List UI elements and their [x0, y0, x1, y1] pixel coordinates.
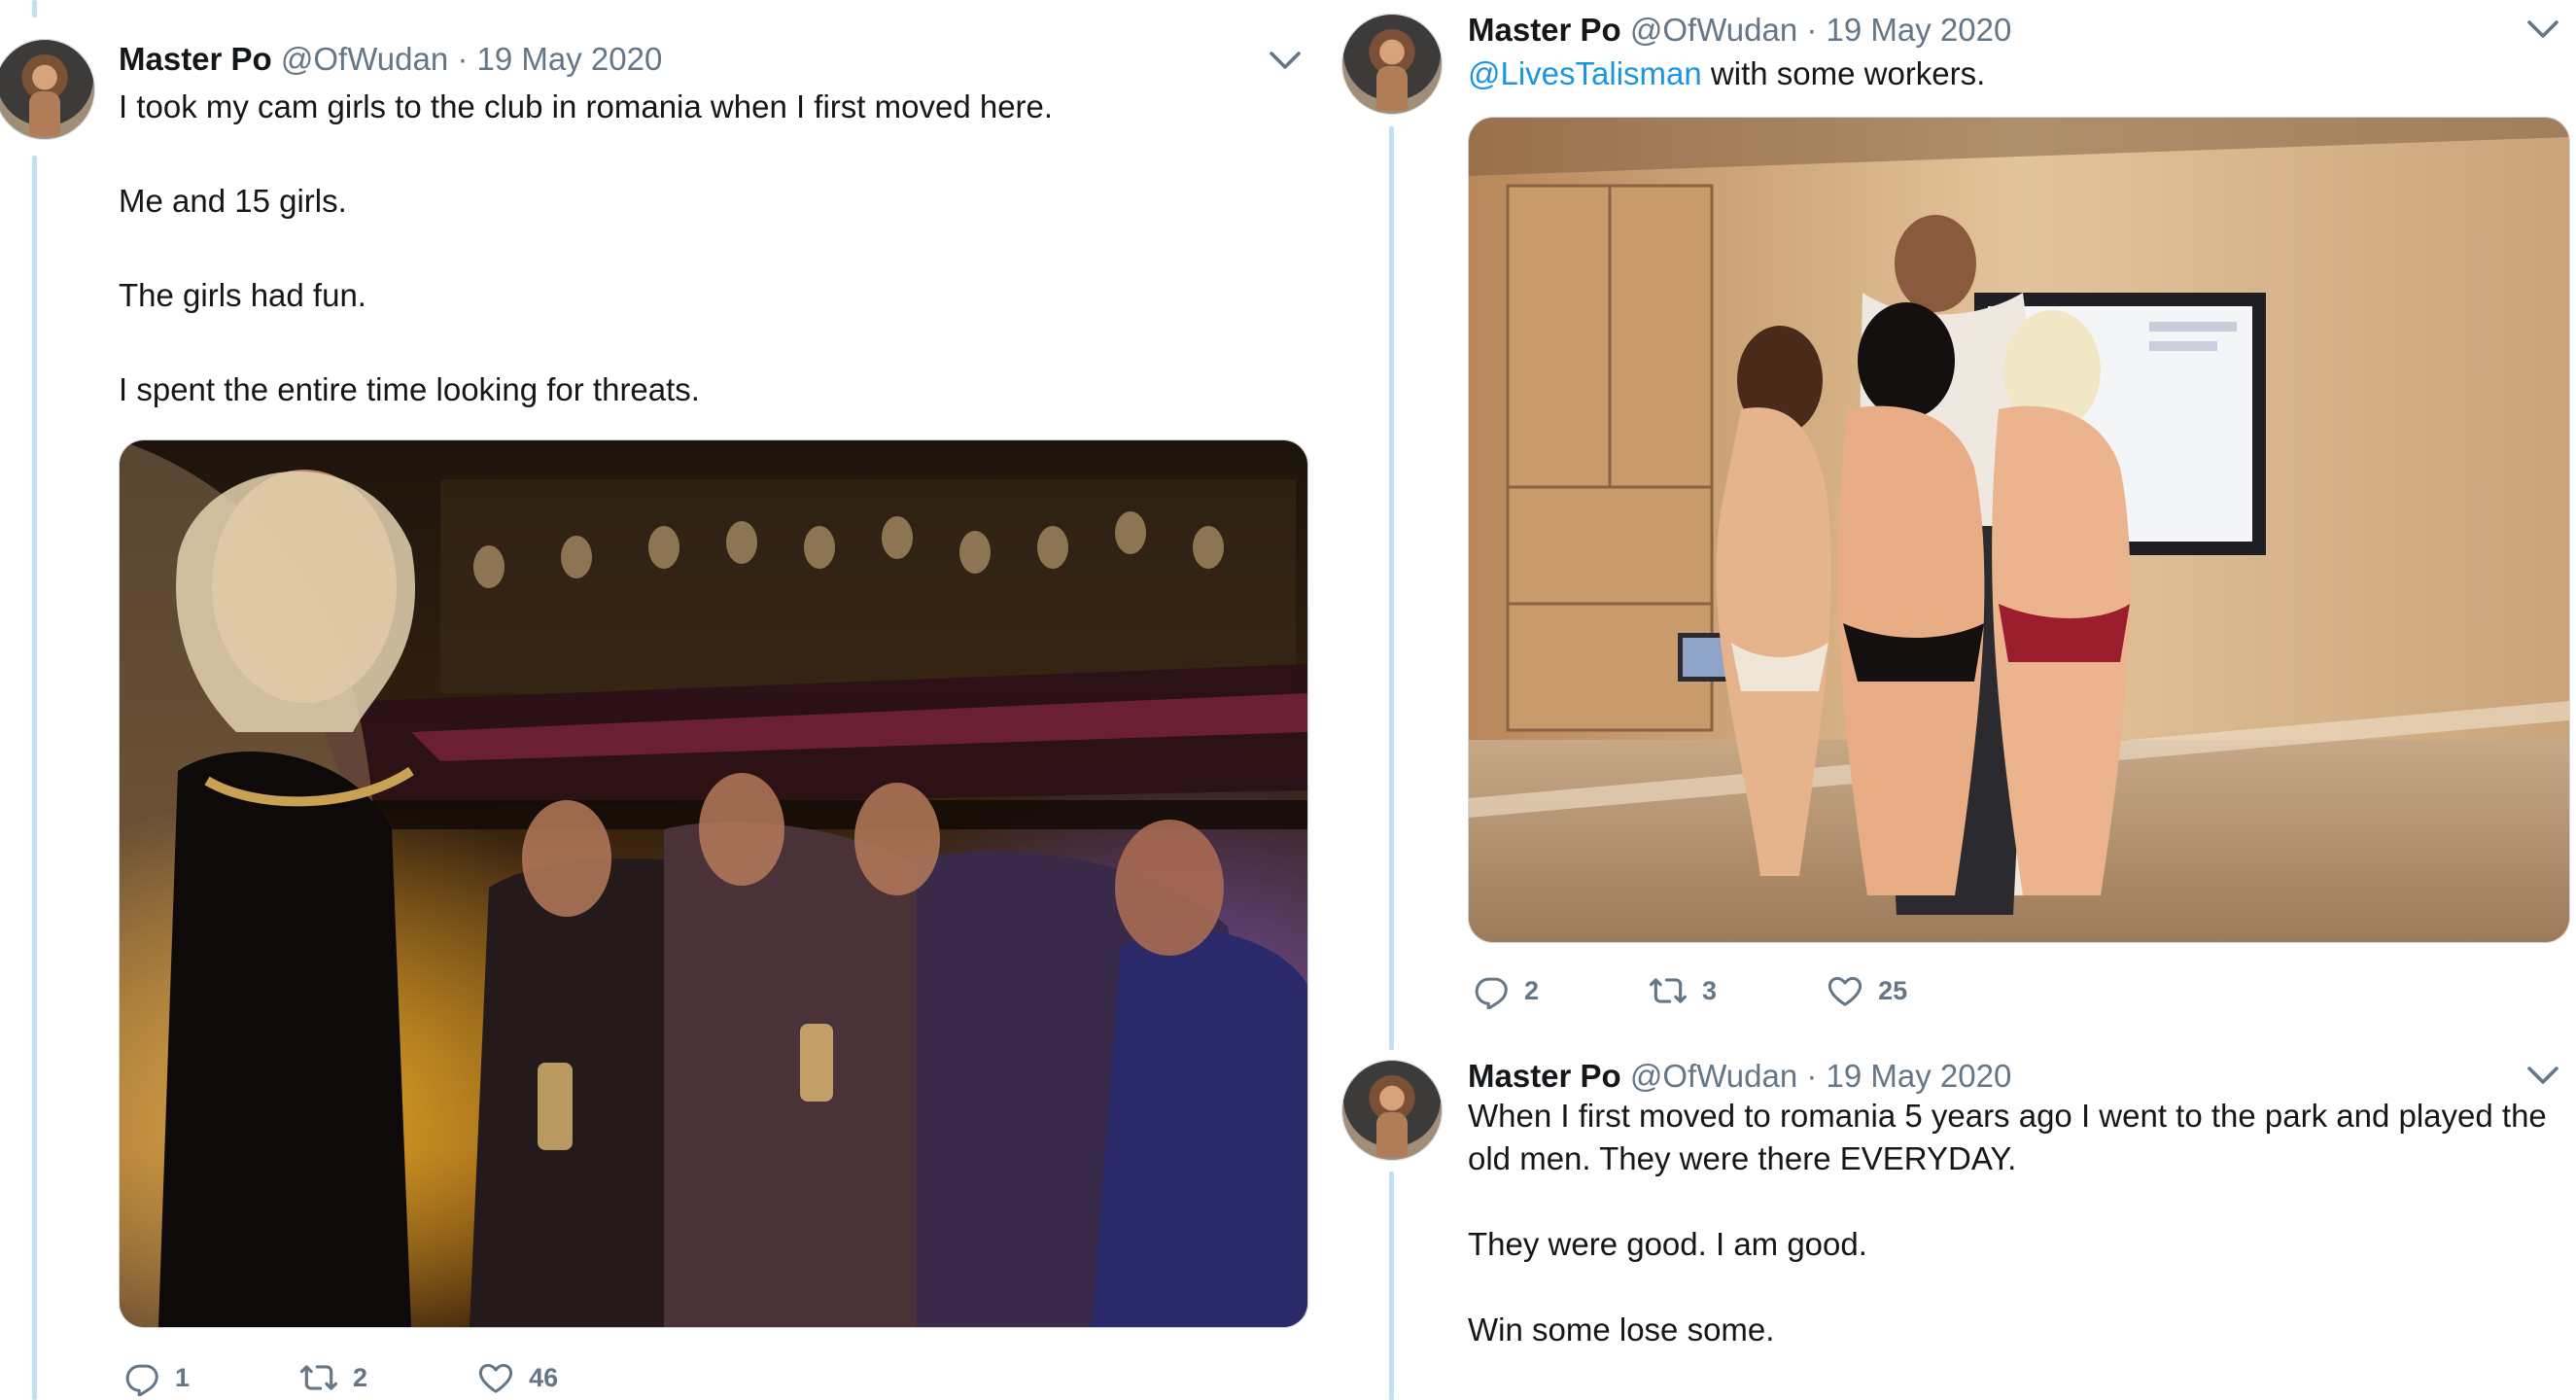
reply-count: 2 [1524, 975, 1540, 1005]
thread-line [1389, 126, 1394, 1050]
reply-button[interactable]: 2 [1474, 972, 1539, 1009]
like-count: 25 [1878, 975, 1908, 1005]
tweet-paragraph: @LivesTalisman with some workers. [1468, 52, 2537, 95]
retweet-count: 2 [353, 1362, 368, 1392]
right-tweet-panel: Master Po @OfWudan · 19 May 2020 @LivesT… [1332, 0, 2576, 1400]
user-handle[interactable]: @OfWudan [281, 41, 448, 77]
tweet-paragraph: The girls had fun. [119, 277, 366, 313]
user-handle[interactable]: @OfWudan [1630, 12, 1797, 48]
retweet-button[interactable]: 3 [1648, 972, 1717, 1009]
club-photo-illustration [120, 440, 1307, 1327]
left-tweet-panel: Master Po @OfWudan · 19 May 2020 I took … [0, 0, 1327, 1400]
tweet-header: Master Po @OfWudan · 19 May 2020 [119, 41, 662, 78]
heart-icon [1828, 976, 1862, 1006]
tweet-actions: 2 3 25 [1474, 972, 1907, 1009]
thread-line [32, 0, 37, 18]
tweet-paragraph: When I first moved to romania 5 years ag… [1468, 1098, 2547, 1176]
tweet-text: When I first moved to romania 5 years ag… [1468, 1095, 2557, 1351]
chevron-down-icon[interactable] [2524, 1056, 2562, 1095]
like-button[interactable]: 25 [1826, 972, 1907, 1009]
user-handle[interactable]: @OfWudan [1630, 1058, 1797, 1094]
chevron-down-icon[interactable] [1266, 41, 1305, 80]
avatar[interactable] [0, 39, 95, 140]
tweet-paragraph: Win some lose some. [1468, 1312, 1775, 1348]
thread-line [32, 156, 37, 1400]
retweet-button[interactable]: 2 [298, 1359, 367, 1396]
tweet-paragraph: They were good. I am good. [1468, 1226, 1867, 1262]
thread-line [1389, 1172, 1394, 1400]
tweet-date[interactable]: 19 May 2020 [1827, 12, 2012, 48]
chevron-down-icon[interactable] [2524, 10, 2562, 49]
mention-link[interactable]: @LivesTalisman [1468, 55, 1702, 91]
tweet-date[interactable]: 19 May 2020 [477, 41, 663, 77]
tweet-text: @LivesTalisman with some workers. [1468, 52, 2537, 95]
separator-dot: · [457, 41, 469, 77]
tweet-header: Master Po @OfWudan · 19 May 2020 [1468, 12, 2011, 49]
avatar[interactable] [1341, 1060, 1443, 1161]
tweet-paragraph: I spent the entire time looking for thre… [119, 371, 700, 407]
room-photo-illustration [1469, 118, 2569, 942]
display-name[interactable]: Master Po [119, 41, 272, 77]
separator-dot: · [1806, 1058, 1818, 1094]
display-name[interactable]: Master Po [1468, 12, 1621, 48]
reply-count: 1 [175, 1362, 191, 1392]
tweet-actions: 1 2 46 [124, 1359, 558, 1396]
reply-button[interactable]: 1 [124, 1359, 190, 1396]
tweet-text-fragment: with some workers. [1701, 55, 1986, 91]
retweet-icon [300, 1365, 338, 1390]
heart-icon [478, 1363, 513, 1393]
like-button[interactable]: 46 [476, 1359, 558, 1396]
tweet-date[interactable]: 19 May 2020 [1827, 1058, 2012, 1094]
reply-icon [1475, 977, 1508, 1009]
avatar[interactable] [1341, 14, 1443, 115]
like-count: 46 [529, 1362, 559, 1392]
retweet-count: 3 [1702, 975, 1718, 1005]
tweet-paragraph: I took my cam girls to the club in roman… [119, 88, 1054, 124]
reply-icon [125, 1364, 158, 1396]
separator-dot: · [1806, 12, 1818, 48]
display-name[interactable]: Master Po [1468, 1058, 1621, 1094]
tweet-photo[interactable] [1468, 117, 2570, 943]
tweet-header: Master Po @OfWudan · 19 May 2020 [1468, 1058, 2011, 1095]
tweet-paragraph: Me and 15 girls. [119, 183, 347, 219]
retweet-icon [1650, 978, 1688, 1003]
tweet-photo[interactable] [119, 439, 1308, 1328]
tweet-text: I took my cam girls to the club in roman… [119, 86, 1295, 411]
